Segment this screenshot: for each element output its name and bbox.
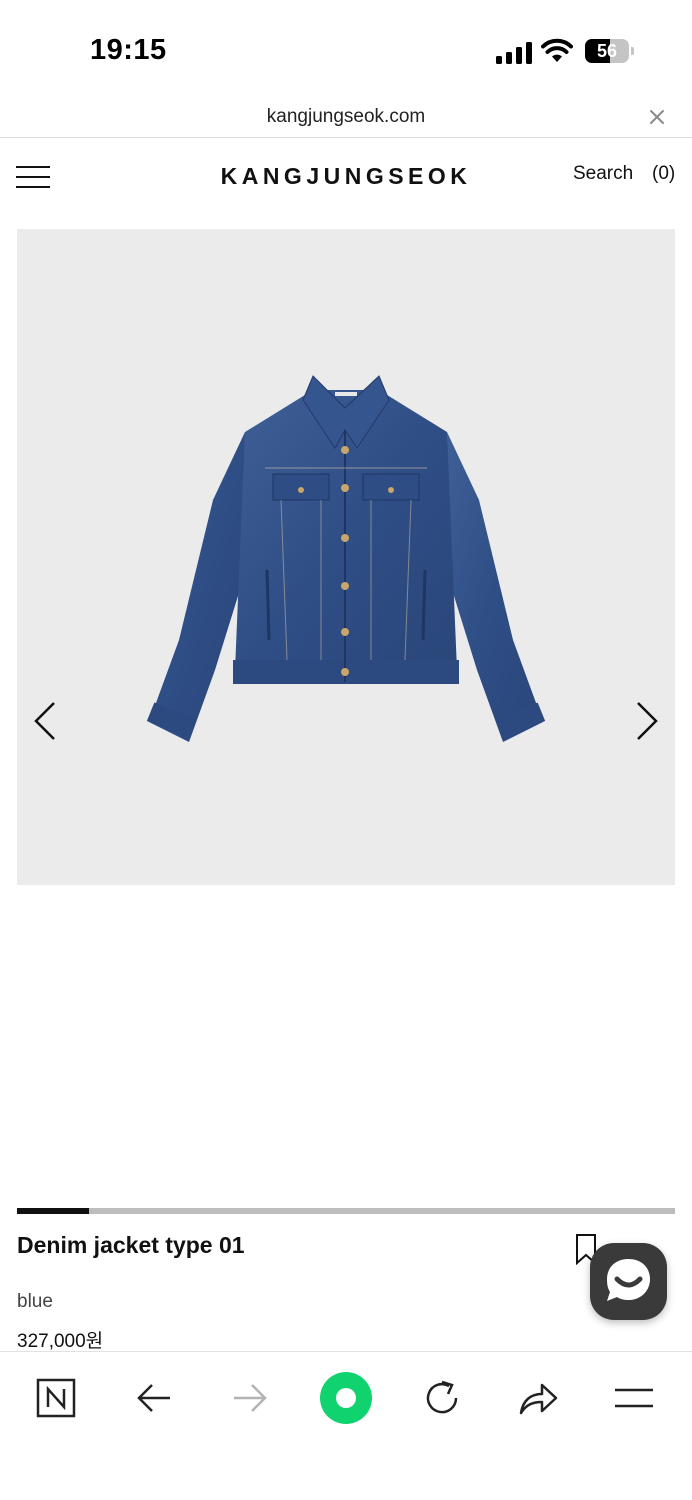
address-bar[interactable]: kangjungseok.com <box>0 100 692 138</box>
product-image <box>146 375 546 742</box>
product-color: blue <box>17 1291 53 1312</box>
naver-n-icon <box>36 1378 76 1418</box>
status-bar: 19:15 56 <box>0 0 692 100</box>
back-button[interactable] <box>124 1372 184 1424</box>
gallery-progress-fill <box>17 1208 90 1214</box>
search-link[interactable]: Search <box>573 163 633 185</box>
hamburger-menu-icon <box>615 1388 653 1408</box>
more-menu-button[interactable] <box>604 1372 664 1424</box>
share-button[interactable] <box>508 1372 568 1424</box>
gallery-progress-track <box>17 1208 675 1214</box>
close-icon[interactable] <box>646 106 668 128</box>
previous-image-arrow-icon[interactable] <box>30 699 60 743</box>
cellular-signal-icon <box>496 40 532 64</box>
forward-arrow-icon <box>234 1384 267 1412</box>
product-name: Denim jacket type 01 <box>17 1232 245 1258</box>
site-header: KANGJUNGSEOK Search (0) <box>0 139 692 217</box>
reload-button[interactable] <box>412 1372 472 1424</box>
chat-icon <box>607 1259 650 1301</box>
back-arrow-icon <box>137 1384 170 1412</box>
reload-icon <box>426 1380 458 1414</box>
next-image-arrow-icon[interactable] <box>632 699 662 743</box>
cart-link[interactable]: (0) <box>652 163 675 185</box>
home-button[interactable] <box>320 1372 372 1424</box>
url-text[interactable]: kangjungseok.com <box>0 106 692 128</box>
forward-button[interactable] <box>220 1372 280 1424</box>
naver-n-button[interactable] <box>26 1372 86 1424</box>
battery-nub <box>631 47 634 55</box>
chat-button[interactable] <box>590 1243 667 1320</box>
battery-indicator: 56 <box>585 39 629 63</box>
wifi-icon <box>541 38 573 62</box>
battery-percent: 56 <box>596 41 618 61</box>
share-icon <box>519 1383 558 1415</box>
product-price: 327,000원 <box>17 1331 104 1352</box>
browser-toolbar <box>0 1351 692 1500</box>
status-time: 19:15 <box>90 34 167 66</box>
